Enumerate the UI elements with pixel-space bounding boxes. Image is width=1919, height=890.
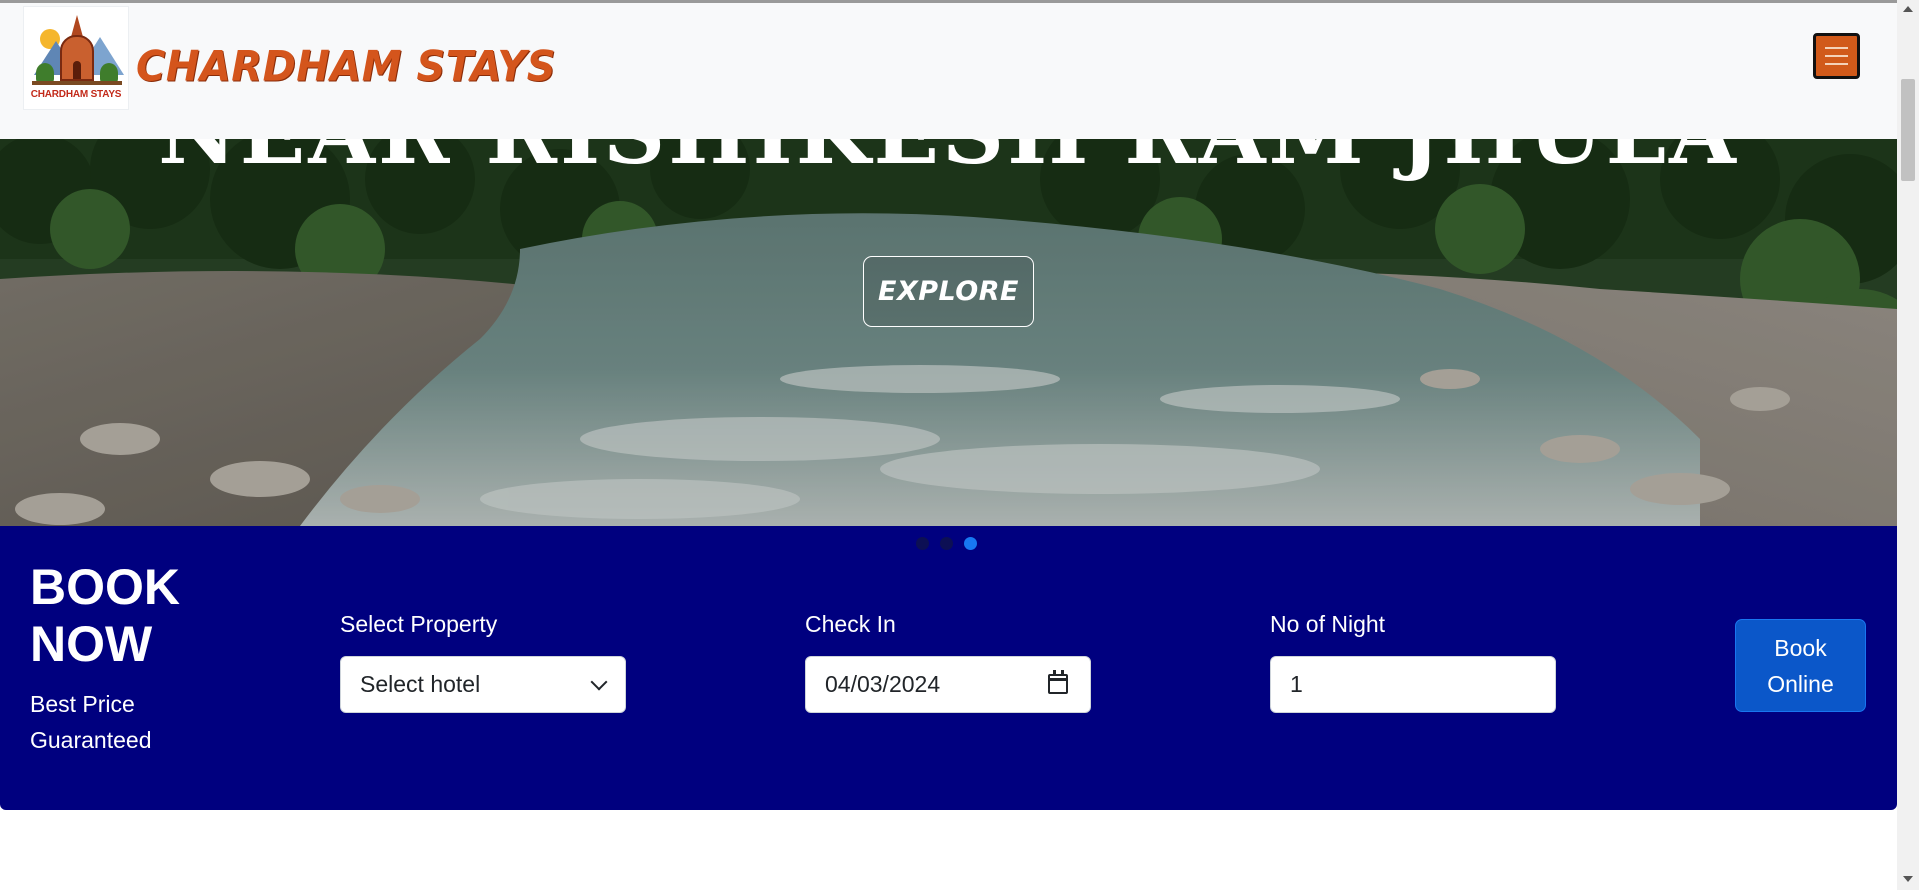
book-now-heading: BOOK NOW — [30, 559, 180, 672]
menu-bar-line — [1825, 47, 1848, 49]
check-in-date-input[interactable]: 04/03/2024 — [805, 656, 1091, 713]
logo-tree-icon — [100, 63, 118, 83]
check-in-date-value: 04/03/2024 — [825, 671, 941, 697]
select-hotel-dropdown[interactable]: Select hotel — [340, 656, 626, 713]
scroll-up-arrow-icon[interactable] — [1903, 6, 1913, 12]
nights-input[interactable]: 1 — [1270, 656, 1556, 713]
calendar-icon[interactable] — [1048, 670, 1068, 694]
carousel-indicators — [916, 537, 977, 551]
nights-value: 1 — [1290, 671, 1303, 697]
scrollbar-thumb[interactable] — [1901, 79, 1915, 181]
check-in-label: Check In — [805, 611, 896, 637]
nights-label: No of Night — [1270, 611, 1386, 637]
best-price-text: Best Price Guaranteed — [30, 691, 152, 753]
menu-bar-line — [1825, 55, 1848, 57]
logo-caption: CHARDHAM STAYS — [30, 89, 122, 100]
explore-button[interactable]: EXPLORE — [863, 256, 1034, 327]
hero-title: NEAR RISHIKESH RAM JHULA — [0, 139, 1897, 184]
chevron-down-icon — [590, 673, 608, 691]
booking-panel: BOOK NOW Best Price Guaranteed Select Pr… — [0, 526, 1897, 810]
scroll-down-arrow-icon[interactable] — [1903, 876, 1913, 882]
logo-temple-icon — [60, 35, 94, 81]
select-hotel-value: Select hotel — [360, 671, 481, 697]
river-landscape-image — [0, 139, 1897, 526]
hamburger-menu-button[interactable] — [1813, 33, 1860, 79]
logo-ground — [32, 81, 122, 85]
logo-tree-icon — [36, 63, 54, 83]
site-logo[interactable]: CHARDHAM STAYS — [23, 6, 129, 110]
carousel-indicator-1[interactable] — [916, 537, 929, 550]
vertical-scrollbar[interactable] — [1897, 0, 1919, 890]
carousel-indicator-2[interactable] — [940, 537, 953, 550]
brand-name[interactable]: CHARDHAM STAYS — [136, 43, 556, 91]
logo-temple-spire-icon — [71, 15, 83, 37]
hero-carousel: NEAR RISHIKESH RAM JHULA EXPLORE — [0, 139, 1897, 526]
book-online-label: Book Online — [1767, 634, 1834, 697]
select-property-label: Select Property — [340, 611, 498, 637]
carousel-indicator-3[interactable] — [964, 537, 977, 550]
menu-bar-line — [1825, 63, 1848, 65]
navbar: CHARDHAM STAYS CHARDHAM STAYS — [0, 3, 1897, 139]
book-online-button[interactable]: Book Online — [1735, 619, 1866, 712]
